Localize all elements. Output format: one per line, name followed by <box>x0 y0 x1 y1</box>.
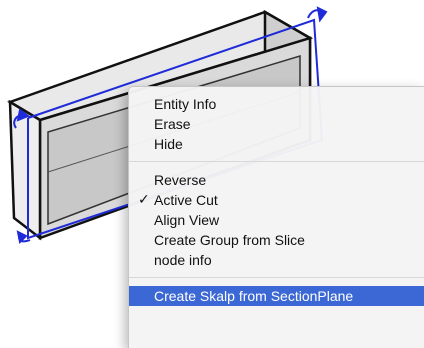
context-menu: Entity Info Erase Hide Reverse ✓ Active … <box>128 86 424 348</box>
menu-item-node-info[interactable]: node info <box>129 250 424 270</box>
menu-item-label: Reverse <box>154 172 207 188</box>
menu-item-label: Create Group from Slice <box>154 232 305 248</box>
menu-item-label: Erase <box>154 116 191 132</box>
menu-separator <box>129 161 424 162</box>
menu-item-label: node info <box>154 252 212 268</box>
menu-item-active-cut[interactable]: ✓ Active Cut <box>129 190 424 210</box>
menu-item-label: Align View <box>154 212 220 228</box>
menu-item-reverse[interactable]: Reverse <box>129 170 424 190</box>
menu-item-create-skalp[interactable]: Create Skalp from SectionPlane <box>129 286 424 306</box>
menu-item-hide[interactable]: Hide <box>129 134 424 154</box>
arrow-icon <box>307 6 328 23</box>
menu-separator <box>129 277 424 278</box>
menu-item-label: Hide <box>154 136 183 152</box>
menu-item-align-view[interactable]: Align View <box>129 210 424 230</box>
menu-item-erase[interactable]: Erase <box>129 114 424 134</box>
menu-item-label: Create Skalp from SectionPlane <box>154 288 354 304</box>
menu-item-label: Entity Info <box>154 96 217 112</box>
menu-item-entity-info[interactable]: Entity Info <box>129 94 424 114</box>
menu-item-create-group-from-slice[interactable]: Create Group from Slice <box>129 230 424 250</box>
checkmark-icon: ✓ <box>138 192 150 208</box>
menu-item-label: Active Cut <box>154 192 218 208</box>
